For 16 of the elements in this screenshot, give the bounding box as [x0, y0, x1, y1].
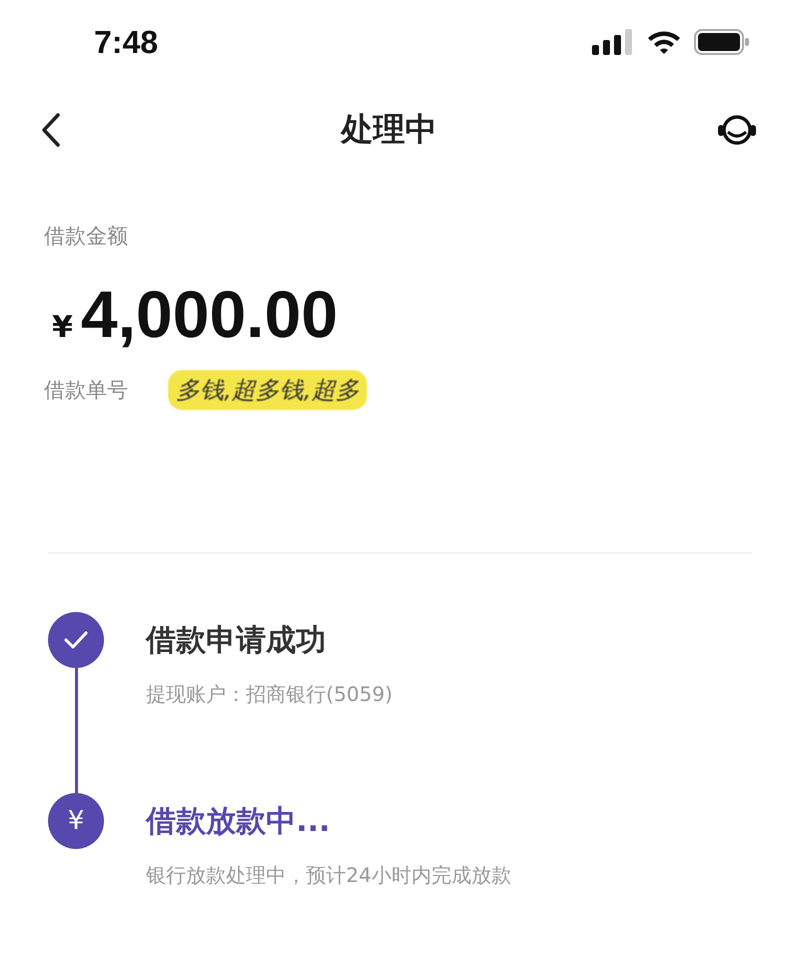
currency-symbol: ¥ — [52, 310, 73, 345]
battery-icon — [694, 29, 750, 55]
step-title: 借款放款中... — [146, 803, 332, 841]
signal-icon — [592, 29, 634, 55]
loan-number-label: 借款单号 — [44, 377, 128, 404]
status-time: 7:48 — [94, 24, 158, 60]
redaction-scribble: 多钱,超多钱,超多 — [168, 370, 368, 410]
page-title: 处理中 — [341, 109, 437, 150]
step-detail: 提现账户：招商银行(5059) — [146, 681, 393, 708]
amount-label: 借款金额 — [44, 223, 129, 250]
loan-amount: 4,000.00 — [80, 276, 338, 352]
step-detail: 银行放款处理中，预计24小时内完成放款 — [146, 862, 512, 889]
back-icon[interactable] — [40, 112, 62, 148]
step-yen-icon: ¥ — [48, 793, 104, 849]
wifi-icon — [646, 29, 682, 55]
step-title: 借款申请成功 — [146, 622, 327, 660]
